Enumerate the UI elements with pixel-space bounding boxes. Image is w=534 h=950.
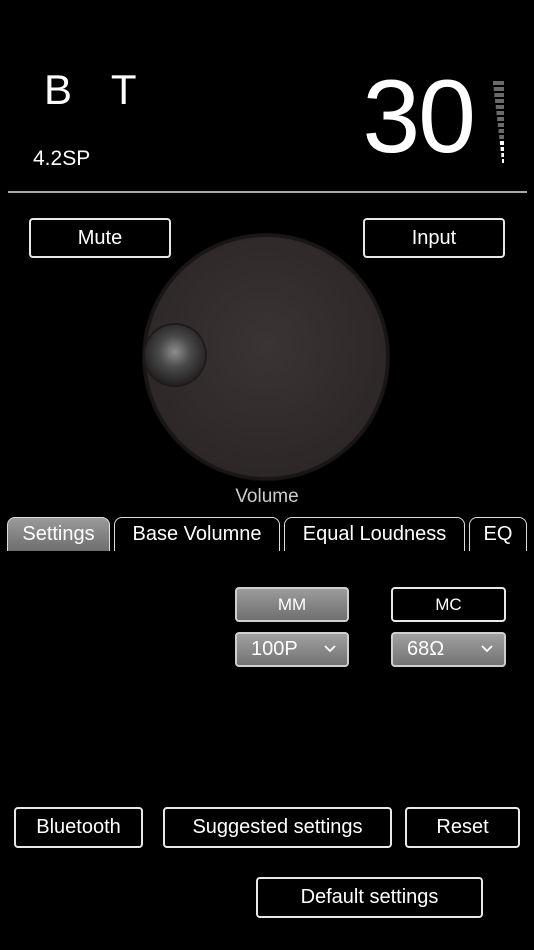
level-meter-segment <box>501 153 504 157</box>
bluetooth-button[interactable]: Bluetooth <box>14 807 143 848</box>
chevron-down-icon <box>324 645 336 653</box>
header-divider <box>8 191 527 193</box>
level-meter-segment <box>495 105 504 109</box>
default-settings-button[interactable]: Default settings <box>256 877 483 918</box>
level-meter-segment <box>499 135 504 139</box>
level-meter-segment <box>500 147 504 151</box>
capacitance-select[interactable]: 100P <box>235 632 349 667</box>
volume-knob-label: Volume <box>235 486 299 507</box>
level-meter-segment <box>499 141 504 145</box>
input-button[interactable]: Input <box>363 218 505 258</box>
source-name: B T <box>44 66 151 113</box>
reset-button[interactable]: Reset <box>405 807 520 848</box>
capacitance-value: 100P <box>251 638 298 660</box>
source-subtitle: 4.2SP <box>33 147 91 170</box>
mute-button[interactable]: Mute <box>29 218 171 258</box>
impedance-value: 68Ω <box>407 638 445 660</box>
mc-button[interactable]: MC <box>391 587 506 622</box>
level-meter-segment <box>497 123 504 127</box>
impedance-select[interactable]: 68Ω <box>391 632 506 667</box>
tab-eq[interactable]: EQ <box>469 517 527 551</box>
tab-base-volume[interactable]: Base Volumne <box>114 517 280 551</box>
level-meter-segment <box>496 111 504 115</box>
level-meter-segment <box>498 129 504 133</box>
level-meter-segment <box>502 159 504 163</box>
level-meter-segment <box>497 117 504 121</box>
level-meter-segment <box>493 87 504 91</box>
mm-button[interactable]: MM <box>235 587 349 622</box>
level-meter-segment <box>494 93 504 97</box>
level-meter-segment <box>495 99 504 103</box>
suggested-settings-button[interactable]: Suggested settings <box>163 807 392 848</box>
level-meter-segment <box>493 81 504 85</box>
tab-settings[interactable]: Settings <box>7 517 110 551</box>
tab-equal-loudness[interactable]: Equal Loudness <box>284 517 465 551</box>
chevron-down-icon <box>481 645 493 653</box>
level-meter-icon <box>493 81 504 163</box>
volume-readout: 30 <box>362 59 476 175</box>
volume-knob-indicator[interactable] <box>145 325 205 385</box>
